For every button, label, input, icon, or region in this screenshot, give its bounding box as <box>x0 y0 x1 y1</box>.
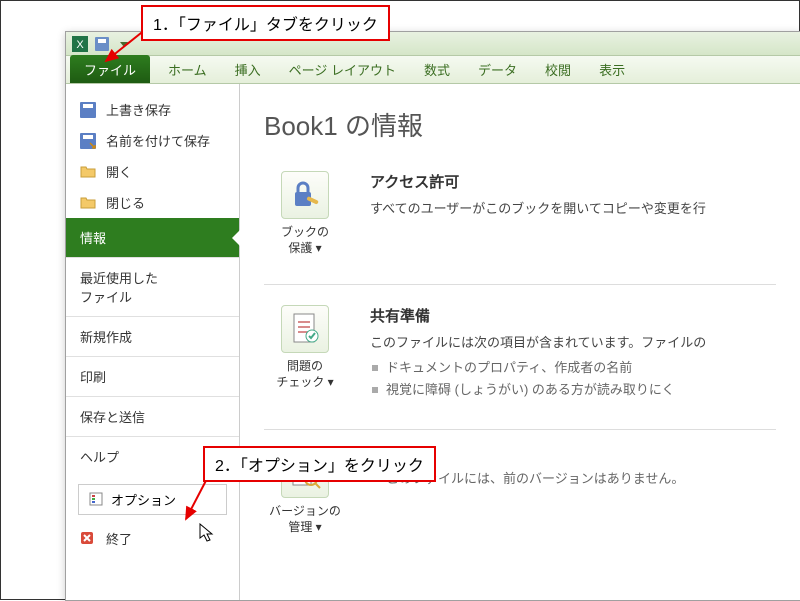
list-item: ドキュメントのプロパティ、作成者の名前 <box>370 357 776 379</box>
sidebar-item-info[interactable]: 情報 <box>66 218 239 257</box>
sidebar-label: 終了 <box>106 529 132 548</box>
sidebar-item-recent[interactable]: 最近使用した ファイル <box>66 257 239 316</box>
document-check-icon <box>281 305 329 353</box>
excel-window: X ファイル ホーム 挿入 ページ レイアウト 数式 データ 校閲 表示 <box>65 31 800 601</box>
section-desc: このファイルには次の項目が含まれています。ファイルの <box>370 332 776 351</box>
sidebar-item-save-as[interactable]: 名前を付けて保存 <box>66 125 239 156</box>
options-icon <box>89 492 105 508</box>
sidebar-label: 上書き保存 <box>106 100 171 119</box>
tab-view[interactable]: 表示 <box>585 55 639 83</box>
section-prepare-share: 問題の チェック ▾ 共有準備 このファイルには次の項目が含まれています。ファイ… <box>264 305 776 401</box>
sidebar-item-new[interactable]: 新規作成 <box>66 316 239 356</box>
save-as-icon <box>80 133 98 149</box>
tab-insert[interactable]: 挿入 <box>221 55 275 83</box>
sidebar-item-open[interactable]: 開く <box>66 156 239 187</box>
tab-formulas[interactable]: 数式 <box>410 55 464 83</box>
separator <box>264 284 776 285</box>
sidebar-label: 閉じる <box>106 193 145 212</box>
section-permissions: ブックの 保護 ▾ アクセス許可 すべてのユーザーがこのブックを開いてコピーや変… <box>264 171 776 256</box>
button-label: バージョンの 管理 ▾ <box>264 504 346 535</box>
list-item: 視覚に障碍 (しょうがい) のある方が読み取りにく <box>370 379 776 401</box>
sidebar-label: 開く <box>106 162 132 181</box>
tab-page-layout[interactable]: ページ レイアウト <box>275 55 410 83</box>
excel-app-icon: X <box>72 36 88 52</box>
protect-workbook-button[interactable]: ブックの 保護 ▾ <box>264 171 346 256</box>
check-issues-button[interactable]: 問題の チェック ▾ <box>264 305 346 401</box>
tab-review[interactable]: 校閲 <box>531 55 585 83</box>
sidebar-item-save[interactable]: 上書き保存 <box>66 94 239 125</box>
exit-icon <box>80 531 98 547</box>
ribbon-tabs: ファイル ホーム 挿入 ページ レイアウト 数式 データ 校閲 表示 <box>66 56 800 84</box>
tab-home[interactable]: ホーム <box>154 55 221 83</box>
save-icon <box>80 102 98 118</box>
button-label: ブックの 保護 ▾ <box>264 225 346 256</box>
sidebar-label: オプション <box>111 490 176 509</box>
tab-data[interactable]: データ <box>464 55 531 83</box>
page-title: Book1 の情報 <box>264 106 776 143</box>
sidebar-label: 名前を付けて保存 <box>106 131 210 150</box>
backstage: 上書き保存 名前を付けて保存 開く 閉じる 情報 最近使用した ファイル 新規作… <box>66 84 800 600</box>
lock-key-icon <box>281 171 329 219</box>
annotation-callout-2: 2．「オプション」をクリック <box>203 446 436 482</box>
section-title: 共有準備 <box>370 305 776 326</box>
svg-text:X: X <box>76 39 84 51</box>
folder-close-icon <box>80 195 98 211</box>
sidebar-item-print[interactable]: 印刷 <box>66 356 239 396</box>
sidebar-item-close[interactable]: 閉じる <box>66 187 239 218</box>
separator <box>264 429 776 430</box>
button-label: 問題の チェック ▾ <box>264 359 346 390</box>
section-desc: すべてのユーザーがこのブックを開いてコピーや変更を行 <box>370 198 776 217</box>
section-title: アクセス許可 <box>370 171 776 192</box>
backstage-content: Book1 の情報 ブックの 保護 ▾ アクセス許可 すべてのユーザーがこのブッ… <box>240 84 800 600</box>
folder-open-icon <box>80 164 98 180</box>
annotation-callout-1: 1．「ファイル」タブをクリック <box>141 5 390 41</box>
sidebar-item-save-send[interactable]: 保存と送信 <box>66 396 239 436</box>
